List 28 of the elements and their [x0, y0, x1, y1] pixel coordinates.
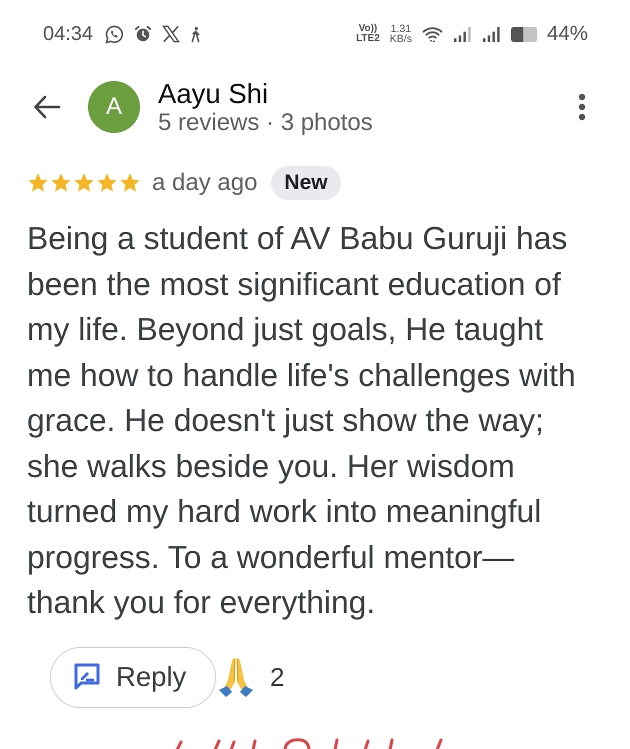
status-time: 04:34: [43, 22, 94, 46]
praying-hands-icon[interactable]: [218, 656, 254, 698]
back-arrow-icon[interactable]: [33, 95, 61, 119]
review-time: a day ago: [152, 169, 258, 197]
wifi-icon: [422, 26, 443, 42]
signal-strength-icon: [452, 26, 472, 42]
alarm-clock-icon: [134, 25, 152, 43]
star-icon: [27, 172, 49, 194]
battery-icon: [510, 26, 539, 42]
reply-button[interactable]: Reply: [50, 646, 216, 708]
walking-person-icon: [190, 26, 202, 42]
battery-percent: 44%: [546, 22, 588, 46]
star-icon: [73, 172, 95, 194]
x-logo-icon: [162, 25, 180, 43]
reviewer-name[interactable]: Aayu Shi: [158, 78, 268, 108]
more-options-icon[interactable]: [578, 93, 586, 121]
review-text: Being a student of AV Babu Guruji has been the most significant education of my life. Beyond just goals, He taught me how to handle life's challenges with grace. He doesn't just show the way; she walks beside you. Her wisdom turned my hard work into meaningful progress. To a wonderful mentor—thank you for everything.: [27, 219, 577, 622]
reaction-count: 2: [270, 662, 284, 692]
phone-bubble-icon: [105, 24, 124, 44]
star-icon: [119, 172, 141, 194]
reviewer-stats: 5 reviews · 3 photos: [158, 108, 373, 136]
new-badge: New: [271, 166, 341, 200]
network-type-label: Vo)) LTE2: [356, 24, 380, 44]
reply-icon: [74, 663, 100, 691]
network-speed-label: 1.31 KB/s: [390, 24, 412, 44]
star-icon: [96, 172, 118, 194]
signal-strength-icon: [482, 26, 501, 42]
star-icon: [50, 172, 72, 194]
